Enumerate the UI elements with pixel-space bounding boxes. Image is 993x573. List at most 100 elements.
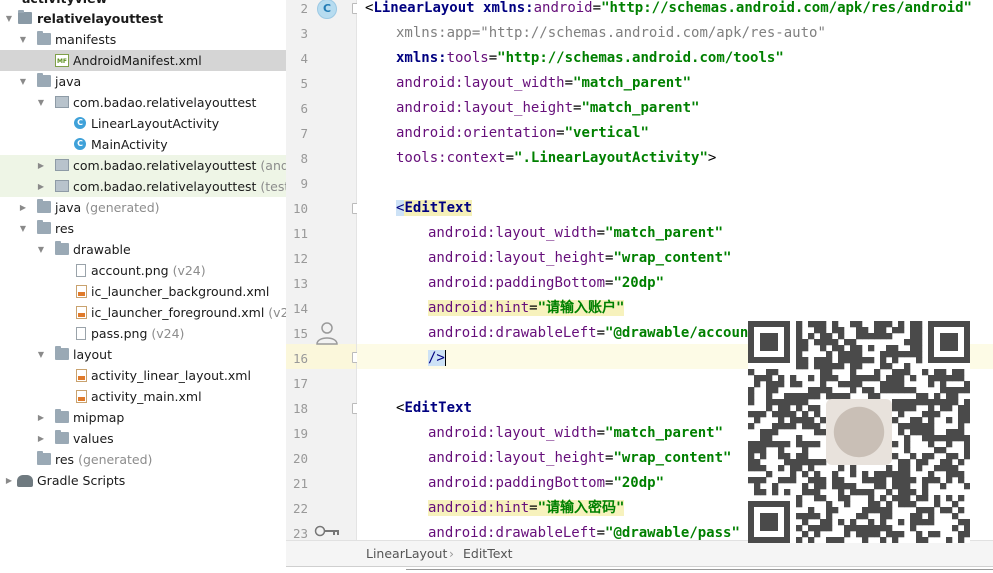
xml-value: "match_parent" (573, 75, 692, 91)
code-line-10: <EditText (396, 200, 472, 216)
xml-file-icon (76, 306, 87, 319)
code-line-15: android:drawableLeft="@drawable/account" (428, 325, 766, 341)
code-line-6: android:layout_height="match_parent" (396, 100, 700, 116)
tree-item-java-generated[interactable]: ▶ java (generated) (0, 197, 286, 218)
folder-icon (55, 409, 69, 423)
xml-attr: paddingBottom (495, 475, 606, 491)
line-number: 11 (292, 226, 308, 241)
tree-label: AndroidManifest.xml (73, 53, 202, 68)
tree-item-account-png[interactable]: account.png (v24) (0, 260, 286, 281)
xml-value: "http://schemas.android.com/apk/res-auto… (480, 25, 826, 41)
line-number: 16 (292, 351, 308, 366)
line-number: 2 (300, 1, 308, 16)
xml-attr: context (446, 150, 506, 166)
tree-item-ic-launcher-background[interactable]: ic_launcher_background.xml (0, 281, 286, 302)
folder-icon (55, 241, 69, 255)
xml-attr: layout_width (495, 225, 597, 241)
chevron-down-icon[interactable]: ▼ (18, 71, 28, 92)
xml-value: "match_parent" (605, 425, 724, 441)
key-gutter-icon[interactable] (314, 525, 340, 537)
tree-item-gradle-scripts[interactable]: ▶ Gradle Scripts (0, 470, 286, 491)
tree-suffix: (generated) (85, 200, 160, 215)
chevron-down-icon[interactable]: ▼ (18, 29, 28, 50)
code-line-3: xmlns:app="http://schemas.android.com/ap… (396, 21, 826, 46)
folder-icon (55, 346, 69, 360)
class-gutter-icon[interactable]: C (317, 0, 337, 19)
code-line-14: android:hint="请输入账户" (428, 300, 625, 316)
xml-value: "http://schemas.android.com/apk/res/andr… (601, 0, 972, 16)
gradle-icon (17, 475, 33, 487)
tree-item-java[interactable]: ▼ java (0, 71, 286, 92)
chevron-down-icon[interactable]: ▼ (36, 344, 46, 365)
tree-item-main-activity[interactable]: C MainActivity (0, 134, 286, 155)
tree-label: layout (73, 347, 113, 362)
tree-label: java (55, 74, 82, 89)
tree-item-package-android-test[interactable]: ▶ com.badao.relativelayouttest (androi (0, 155, 286, 176)
code-line-2: <LinearLayout xmlns:android="http://sche… (365, 0, 972, 16)
line-number: 5 (300, 76, 308, 91)
xml-ns: android: (396, 100, 464, 116)
breadcrumb-item[interactable]: EditText (463, 541, 513, 566)
tree-item-linear-layout-activity[interactable]: C LinearLayoutActivity (0, 113, 286, 134)
tree-label: pass.png (91, 326, 148, 341)
tree-item-manifests[interactable]: ▼ manifests (0, 29, 286, 50)
xml-file-icon (76, 390, 87, 403)
code-line-18: <EditText (396, 400, 472, 416)
code-line-21: android:paddingBottom="20dp" (428, 475, 665, 491)
chevron-down-icon[interactable]: ▼ (36, 92, 46, 113)
tree-label: relativelayouttest (37, 11, 164, 26)
chevron-right-icon[interactable]: ▶ (36, 407, 46, 428)
tree-item-activity-linear-layout[interactable]: activity_linear_layout.xml (0, 365, 286, 386)
tree-item-layout[interactable]: ▼ layout (0, 344, 286, 365)
xml-ns: tools: (396, 150, 447, 166)
line-number: 4 (300, 51, 308, 66)
tree-item-ic-launcher-foreground[interactable]: ic_launcher_foreground.xml (v24) (0, 302, 286, 323)
generated-folder-icon (37, 451, 51, 465)
line-number: 9 (300, 176, 308, 191)
chevron-down-icon[interactable]: ▼ (4, 8, 14, 29)
xml-ns: xmlns: (396, 50, 447, 66)
tree-item-values[interactable]: ▶ values (0, 428, 286, 449)
tree-label: LinearLayoutActivity (91, 116, 220, 131)
tree-item-mipmap[interactable]: ▶ mipmap (0, 407, 286, 428)
chevron-down-icon[interactable]: ▼ (36, 239, 46, 260)
chevron-right-icon[interactable]: ▶ (4, 470, 14, 491)
code-line-19: android:layout_width="match_parent" (428, 425, 724, 441)
line-number: 14 (292, 301, 308, 316)
chevron-down-icon[interactable]: ▼ (18, 218, 28, 239)
tree-label: account.png (91, 263, 169, 278)
line-number: 3 (300, 26, 308, 41)
editor-gutter[interactable]: 2 3 4 5 6 7 8 9 10 11 12 13 14 15 16 17 … (286, 0, 382, 541)
user-gutter-icon[interactable] (314, 321, 340, 345)
xml-attr: hint (495, 500, 530, 516)
tree-item-activity-main[interactable]: activity_main.xml (0, 386, 286, 407)
tree-item-res[interactable]: ▼ res (0, 218, 286, 239)
line-number: 15 (292, 326, 308, 341)
code-line-12: android:layout_height="wrap_content" (428, 250, 732, 266)
tree-item-package[interactable]: ▼ com.badao.relativelayouttest (0, 92, 286, 113)
xml-value: ".LinearLayoutActivity" (514, 150, 708, 166)
chevron-right-icon[interactable]: ▶ (36, 155, 46, 176)
tree-item-module[interactable]: ▼ relativelayouttest (0, 8, 286, 29)
tree-item-drawable[interactable]: ▼ drawable (0, 239, 286, 260)
breadcrumb: LinearLayout › EditText (286, 540, 993, 567)
breadcrumb-item[interactable]: LinearLayout (366, 541, 447, 566)
package-icon (55, 180, 69, 192)
tree-label: com.badao.relativelayouttest (73, 95, 257, 110)
chevron-right-icon[interactable]: ▶ (18, 197, 28, 218)
xml-ns: android: (428, 475, 496, 491)
tree-item-package-test[interactable]: ▶ com.badao.relativelayouttest (test) (0, 176, 286, 197)
tree-item-pass-png[interactable]: pass.png (v24) (0, 323, 286, 344)
tree-label: res (55, 452, 75, 467)
tree-label: drawable (73, 242, 131, 257)
chevron-right-icon[interactable]: ▶ (36, 176, 46, 197)
tree-label: ic_launcher_background.xml (91, 284, 270, 299)
line-number: 21 (292, 476, 308, 491)
line-number: 8 (300, 151, 308, 166)
xml-ns: android: (428, 450, 496, 466)
tree-item-res-generated[interactable]: res (generated) (0, 449, 286, 470)
tree-suffix: (v24) (268, 305, 286, 320)
xml-value: "请输入账户" (537, 300, 625, 316)
tree-item-android-manifest[interactable]: MF AndroidManifest.xml (0, 50, 286, 71)
chevron-right-icon[interactable]: ▶ (36, 428, 46, 449)
